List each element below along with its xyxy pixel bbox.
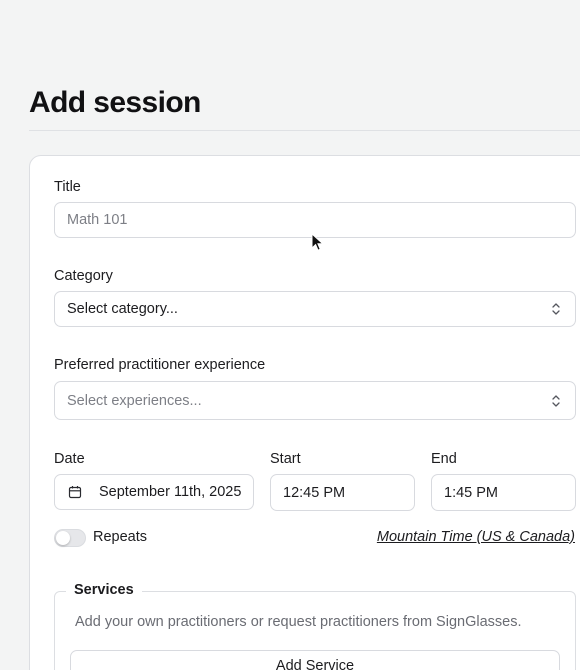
experience-select[interactable]: Select experiences... bbox=[54, 381, 576, 420]
date-label: Date bbox=[54, 451, 85, 467]
date-picker[interactable]: September 11th, 2025 bbox=[54, 474, 254, 510]
repeats-toggle[interactable] bbox=[54, 529, 86, 547]
title-divider bbox=[29, 130, 580, 131]
title-label: Title bbox=[54, 179, 81, 195]
experience-placeholder: Select experiences... bbox=[67, 392, 202, 409]
repeats-label: Repeats bbox=[93, 529, 148, 545]
add-service-button[interactable]: Add Service bbox=[70, 650, 560, 670]
start-time-input[interactable]: 12:45 PM bbox=[270, 474, 415, 511]
toggle-knob bbox=[56, 531, 70, 545]
end-time-value: 1:45 PM bbox=[444, 484, 498, 501]
category-label: Category bbox=[54, 268, 113, 284]
category-value: Select category... bbox=[67, 301, 178, 317]
start-label: Start bbox=[270, 451, 301, 467]
services-description: Add your own practitioners or request pr… bbox=[75, 614, 522, 630]
chevron-up-down-icon bbox=[552, 394, 560, 407]
mouse-cursor-icon bbox=[311, 233, 325, 251]
category-select[interactable]: Select category... bbox=[54, 291, 576, 327]
experience-label: Preferred practitioner experience bbox=[54, 357, 266, 373]
title-placeholder: Math 101 bbox=[67, 212, 128, 228]
end-time-input[interactable]: 1:45 PM bbox=[431, 474, 576, 511]
page-title: Add session bbox=[29, 86, 201, 119]
chevron-up-down-icon bbox=[552, 303, 560, 315]
services-legend: Services bbox=[66, 582, 142, 598]
calendar-icon bbox=[68, 486, 82, 499]
timezone-link[interactable]: Mountain Time (US & Canada) bbox=[377, 529, 575, 545]
start-time-value: 12:45 PM bbox=[283, 484, 346, 501]
end-label: End bbox=[431, 451, 457, 467]
date-value: September 11th, 2025 bbox=[99, 484, 242, 500]
